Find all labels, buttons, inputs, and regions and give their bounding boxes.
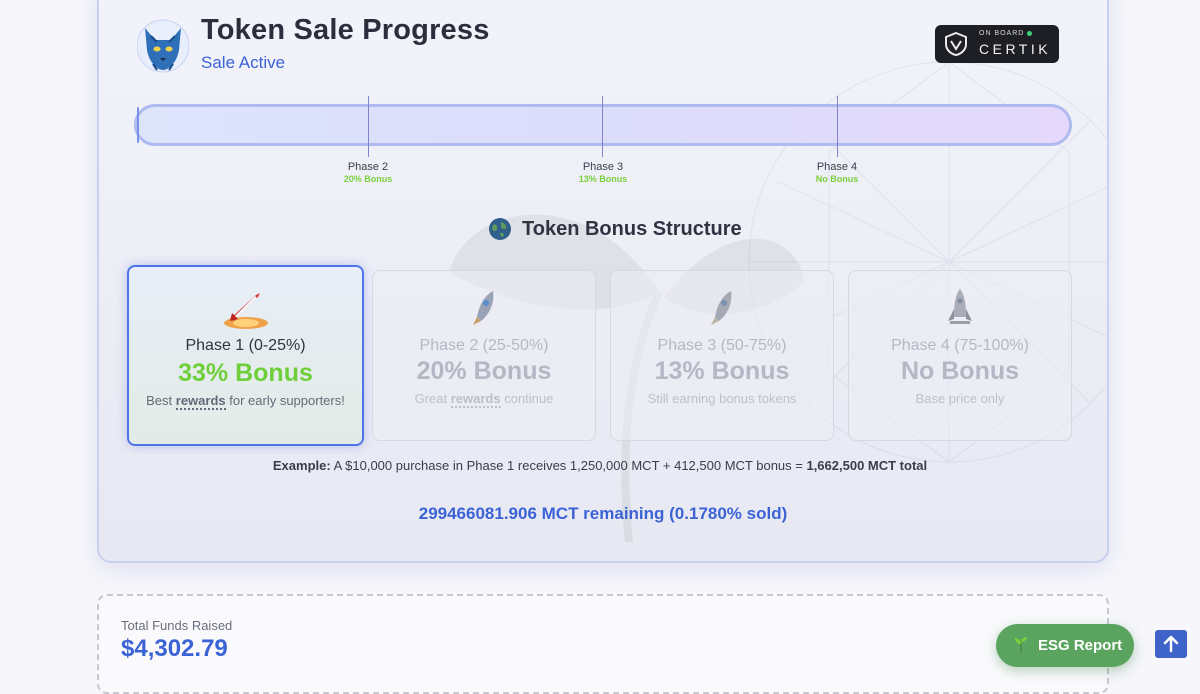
online-dot: [1027, 30, 1033, 36]
sale-status: Sale Active: [201, 53, 286, 72]
phase-1-card[interactable]: Phase 1 (0-25%) 33% Bonus Best rewards f…: [127, 265, 364, 446]
phase-4-bonus: No Bonus: [900, 357, 1020, 385]
rocket-icon: [473, 291, 494, 325]
phase-2-marker-label: Phase 2 20% Bonus: [343, 161, 393, 184]
certik-brand: CERTIK: [979, 41, 1052, 57]
page-title: Token Sale Progress: [201, 14, 490, 46]
rocket-launch-icon: [223, 293, 268, 329]
phase-4-card[interactable]: Phase 4 (75-100%) No Bonus Base price on…: [848, 270, 1072, 441]
funds-raised-value: $4,302.79: [121, 635, 228, 662]
phase-2-description: Great rewards continue: [414, 391, 554, 408]
phase-4-description: Base price only: [915, 391, 1005, 406]
phase-3-card[interactable]: Phase 3 (50-75%) 13% Bonus Still earning…: [610, 270, 834, 441]
phase-3-marker: [602, 96, 603, 157]
arrow-up-icon: [1163, 635, 1179, 653]
rocket-standing-icon: [948, 289, 972, 324]
phase-2-title: Phase 2 (25-50%): [419, 337, 549, 354]
phase-1-bonus: 33% Bonus: [178, 359, 313, 387]
leaf-icon: [1015, 637, 1027, 653]
funds-raised-label: Total Funds Raised: [121, 618, 233, 633]
progress-fill: [137, 107, 139, 143]
phase-2-card[interactable]: Phase 2 (25-50%) 20% Bonus Great rewards…: [372, 270, 596, 441]
funds-raised-box: Total Funds Raised $4,302.79: [97, 594, 1109, 694]
phase-4-marker-label: Phase 4 No Bonus: [815, 161, 859, 184]
sale-progress-bar: [134, 104, 1072, 146]
certik-shield-icon: [945, 31, 967, 57]
tokens-remaining: 299466081.906 MCT remaining (0.1780% sol…: [418, 504, 788, 523]
cat-logo-icon: [137, 19, 189, 73]
certik-badge[interactable]: ON BOARD CERTIK: [935, 25, 1059, 63]
phase-2-marker: [368, 96, 369, 157]
phase-3-bonus: 13% Bonus: [654, 357, 790, 385]
scroll-to-top-button[interactable]: [1155, 630, 1187, 658]
phase-1-title: Phase 1 (0-25%): [185, 337, 306, 354]
rocket-icon: [711, 291, 732, 325]
phase-3-title: Phase 3 (50-75%): [657, 337, 787, 354]
esg-report-button[interactable]: ESG Report: [996, 624, 1134, 667]
phase-4-marker: [837, 96, 838, 157]
phase-2-bonus: 20% Bonus: [416, 357, 552, 385]
phase-3-marker-label: Phase 3 13% Bonus: [578, 161, 628, 184]
phase-3-description: Still earning bonus tokens: [647, 391, 797, 406]
bonus-example: Example: A $10,000 purchase in Phase 1 r…: [272, 458, 928, 473]
earth-icon: [489, 218, 511, 240]
phase-1-description: Best rewards for early supporters!: [146, 393, 345, 410]
certik-onboard-text: ON BOARD: [979, 30, 1033, 37]
phase-4-title: Phase 4 (75-100%): [891, 337, 1029, 354]
